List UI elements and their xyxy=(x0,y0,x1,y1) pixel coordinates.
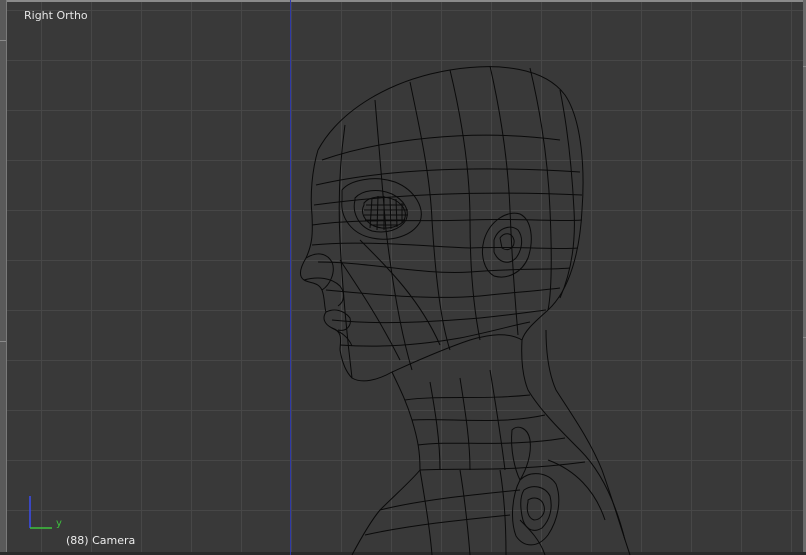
active-object-label: (88) Camera xyxy=(66,534,136,547)
axis-y-label: y xyxy=(56,518,62,529)
head-wireframe-mesh[interactable] xyxy=(0,0,806,555)
wireframe-edges xyxy=(299,65,631,555)
view-name-label: Right Ortho xyxy=(24,9,88,22)
3d-viewport[interactable]: Right Ortho y (88) Camera xyxy=(0,0,806,555)
axis-gizmo-icon xyxy=(29,496,52,529)
